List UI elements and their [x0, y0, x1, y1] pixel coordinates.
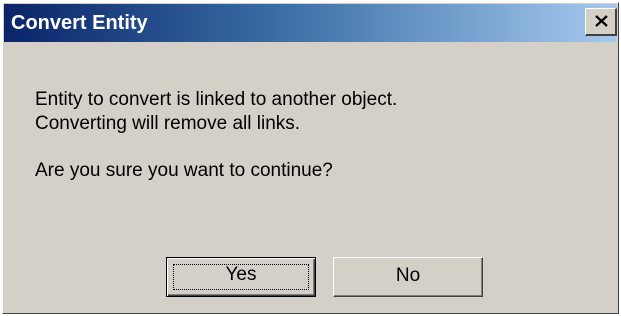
yes-button[interactable]: Yes: [166, 257, 316, 297]
confirmation-question: Are you sure you want to continue?: [35, 160, 333, 181]
convert-entity-dialog: Convert Entity Entity to convert is link…: [2, 2, 619, 314]
no-button[interactable]: No: [333, 257, 483, 297]
yes-button-label: Yes: [225, 264, 257, 285]
close-button[interactable]: [585, 8, 617, 36]
close-icon: [595, 15, 608, 27]
message-line-2: Converting will remove all links.: [35, 113, 301, 134]
message-line-1: Entity to convert is linked to another o…: [35, 89, 398, 110]
title-bar[interactable]: Convert Entity: [4, 4, 617, 42]
dialog-title: Convert Entity: [11, 12, 148, 34]
no-button-label: No: [395, 265, 421, 286]
